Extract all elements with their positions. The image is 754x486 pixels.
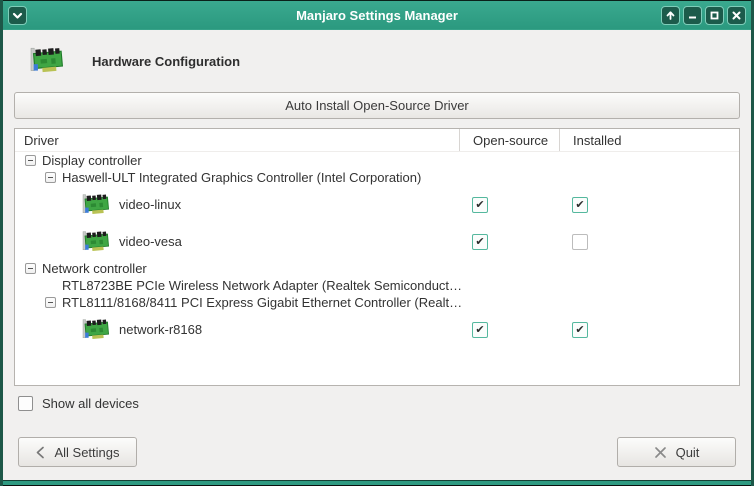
installed-checkbox[interactable] xyxy=(572,196,588,213)
titlebar: Manjaro Settings Manager xyxy=(3,0,751,30)
driver-tree-table: Driver Open-source Installed Display con… xyxy=(14,128,740,386)
shade-button[interactable] xyxy=(661,5,680,25)
window-menu-button[interactable] xyxy=(8,5,27,25)
pci-card-icon xyxy=(30,47,64,73)
quit-label: Quit xyxy=(675,444,700,460)
column-header-installed[interactable]: Installed xyxy=(559,129,739,151)
minimize-icon xyxy=(689,16,696,18)
window-controls xyxy=(661,5,746,25)
pci-card-icon xyxy=(82,230,110,251)
all-settings-button[interactable]: All Settings xyxy=(18,437,137,467)
column-header-driver[interactable]: Driver xyxy=(15,129,459,151)
chevron-left-icon xyxy=(37,446,45,458)
content-area: Hardware Configuration Auto Install Open… xyxy=(3,30,751,480)
tree-row-label: video-linux xyxy=(119,197,182,212)
page-title: Hardware Configuration xyxy=(92,53,241,69)
maximize-icon xyxy=(710,11,719,19)
tree-row-video-linux[interactable]: video-linux xyxy=(15,186,739,223)
collapse-expander-icon[interactable] xyxy=(25,263,36,274)
all-settings-label: All Settings xyxy=(54,444,120,460)
show-all-devices-row: Show all devices xyxy=(14,395,740,411)
tree-row-label: RTL8111/8168/8411 PCI Express Gigabit Et… xyxy=(62,295,463,310)
manjaro-settings-window: Manjaro Settings Manager Hardware Config… xyxy=(0,0,754,486)
close-x-icon xyxy=(654,446,666,458)
maximize-button[interactable] xyxy=(705,5,724,25)
tree-row-display-controller[interactable]: Display controller xyxy=(15,152,739,169)
chevron-down-icon xyxy=(12,12,23,19)
show-all-devices-checkbox[interactable] xyxy=(18,395,33,411)
tree-row-label: Haswell-ULT Integrated Graphics Controll… xyxy=(62,170,422,185)
collapse-expander-icon[interactable] xyxy=(25,155,36,166)
pci-card-icon xyxy=(82,318,110,339)
arrow-up-icon xyxy=(666,10,675,20)
open-source-checkbox[interactable] xyxy=(472,233,488,250)
collapse-expander-icon[interactable] xyxy=(45,172,56,183)
table-header: Driver Open-source Installed xyxy=(15,129,739,152)
installed-checkbox[interactable] xyxy=(572,321,588,338)
quit-button[interactable]: Quit xyxy=(617,437,736,467)
minimize-button[interactable] xyxy=(683,5,702,25)
tree-row-video-vesa[interactable]: video-vesa xyxy=(15,223,739,260)
window-bottom-border xyxy=(3,480,751,486)
tree-row-label: video-vesa xyxy=(119,234,182,249)
pci-card-icon xyxy=(82,193,110,214)
show-all-devices-label: Show all devices xyxy=(42,395,139,411)
installed-checkbox[interactable] xyxy=(572,233,588,250)
collapse-expander-icon[interactable] xyxy=(45,297,56,308)
tree-row-network-r8168[interactable]: network-r8168 xyxy=(15,311,739,348)
page-header: Hardware Configuration xyxy=(14,40,740,82)
footer-buttons: All Settings Quit xyxy=(14,437,740,467)
tree-row-rtl8111[interactable]: RTL8111/8168/8411 PCI Express Gigabit Et… xyxy=(15,294,739,311)
tree-row-label: Display controller xyxy=(42,153,142,168)
tree-row-label: RTL8723BE PCIe Wireless Network Adapter … xyxy=(62,278,463,293)
auto-install-button[interactable]: Auto Install Open-Source Driver xyxy=(14,92,740,119)
tree-row-label: Network controller xyxy=(42,261,147,276)
close-icon xyxy=(732,11,741,19)
tree-row-label: network-r8168 xyxy=(119,322,203,337)
tree-row-network-controller[interactable]: Network controller xyxy=(15,260,739,277)
window-title: Manjaro Settings Manager xyxy=(296,8,458,23)
column-header-open-source[interactable]: Open-source xyxy=(459,129,559,151)
close-button[interactable] xyxy=(727,5,746,25)
open-source-checkbox[interactable] xyxy=(472,196,488,213)
tree-row-haswell-ult[interactable]: Haswell-ULT Integrated Graphics Controll… xyxy=(15,169,739,186)
tree-row-rtl8723be[interactable]: RTL8723BE PCIe Wireless Network Adapter … xyxy=(15,277,739,294)
open-source-checkbox[interactable] xyxy=(472,321,488,338)
